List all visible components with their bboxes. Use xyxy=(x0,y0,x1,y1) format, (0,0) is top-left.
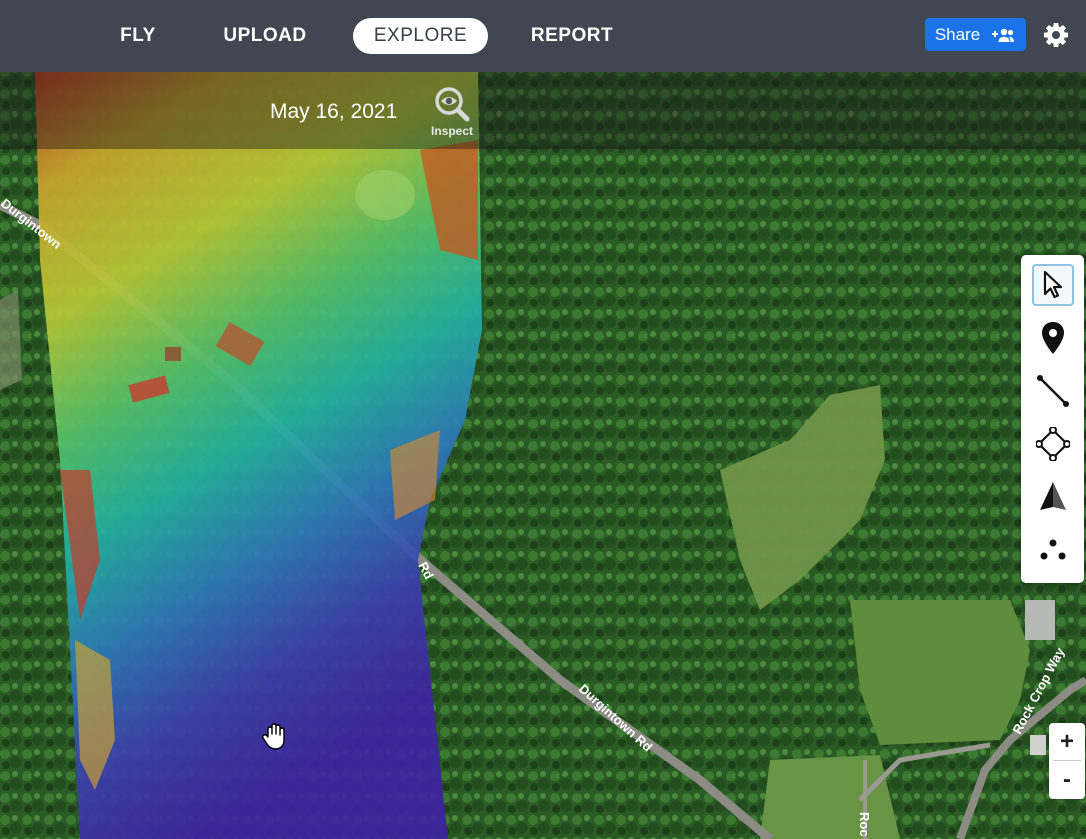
zoom-in-button[interactable]: + xyxy=(1049,723,1085,760)
tab-explore[interactable]: EXPLORE xyxy=(353,18,488,54)
zoom-control: + - xyxy=(1049,723,1085,799)
zoom-out-button[interactable]: - xyxy=(1049,761,1085,798)
measurement-toolbox xyxy=(1021,255,1084,583)
dots-count-icon xyxy=(1040,539,1066,560)
add-person-icon xyxy=(992,28,1015,42)
inspect-button[interactable]: Inspect xyxy=(427,82,477,142)
tab-upload[interactable]: UPLOAD xyxy=(212,18,318,54)
inspect-label: Inspect xyxy=(430,124,473,138)
share-button[interactable]: Share xyxy=(925,18,1026,51)
location-tool[interactable] xyxy=(1032,317,1074,359)
area-tool[interactable] xyxy=(1032,423,1074,465)
map-canvas[interactable]: Durgintown Rd Durgintown Rd Rock Crop Wa… xyxy=(0,72,1086,839)
count-tool[interactable] xyxy=(1032,529,1074,571)
polygon-icon xyxy=(1036,427,1070,461)
tab-fly[interactable]: FLY xyxy=(106,18,170,54)
select-tool[interactable] xyxy=(1032,264,1074,306)
date-bar: May 16, 2021 Inspect xyxy=(0,72,1086,149)
gear-icon[interactable] xyxy=(1041,20,1071,50)
road-label-roc: Roc xyxy=(857,812,872,837)
hand-grab-icon xyxy=(261,723,285,750)
magnifier-eye-icon xyxy=(435,87,470,122)
top-nav-bar: FLY UPLOAD EXPLORE REPORT Share xyxy=(0,0,1086,72)
volume-tool[interactable] xyxy=(1032,476,1074,518)
tab-report[interactable]: REPORT xyxy=(521,18,623,54)
distance-tool[interactable] xyxy=(1032,370,1074,412)
map-pin-icon xyxy=(1042,322,1064,354)
share-label: Share xyxy=(934,24,981,44)
pyramid-icon xyxy=(1040,482,1066,510)
capture-date[interactable]: May 16, 2021 xyxy=(270,100,397,124)
cursor-arrow-icon xyxy=(1043,270,1063,299)
line-measure-icon xyxy=(1037,375,1069,407)
